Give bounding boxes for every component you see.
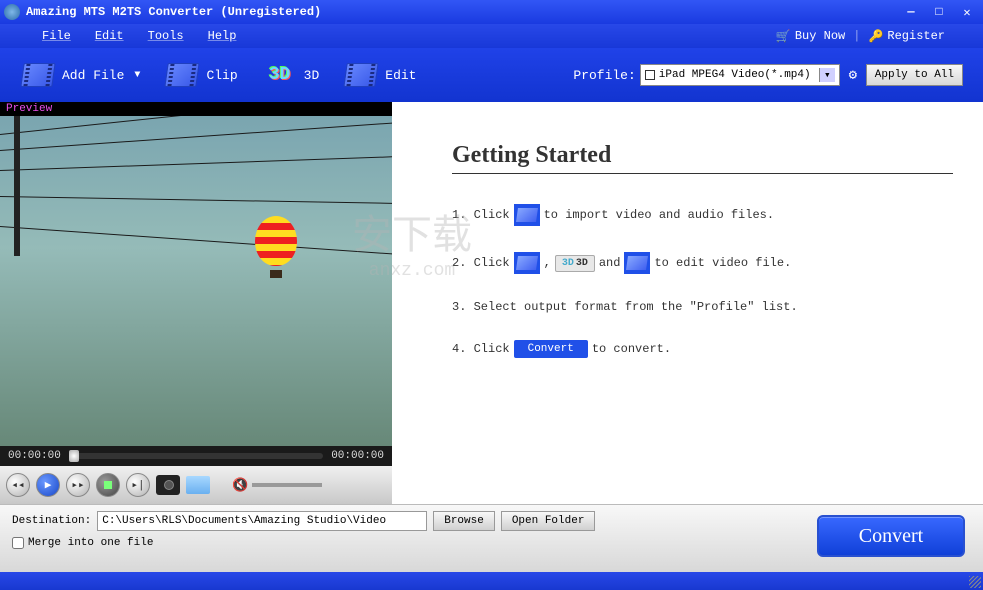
preview-panel: Preview 00:00:00 00:00:00 ◂◂ ▶ ▸▸ ▸| — [0, 102, 392, 504]
guide-step-1: 1. Click to import video and audio files… — [452, 204, 953, 226]
3d-badge-icon: 3D3D — [555, 255, 595, 272]
chevron-down-icon: ▾ — [819, 68, 835, 82]
settings-button[interactable]: ⚙ — [844, 66, 862, 84]
edit-icon — [343, 60, 379, 90]
stop-button[interactable] — [96, 473, 120, 497]
film-icon — [20, 60, 56, 90]
player-controls: ◂◂ ▶ ▸▸ ▸| 🔇 — [0, 466, 392, 504]
guide-step-2: 2. Click , 3D3D and to edit video file. — [452, 252, 953, 274]
toolbar: Add File ▼ Clip 3D 3D Edit Profile: iPad… — [0, 48, 983, 102]
time-current: 00:00:00 — [8, 450, 61, 462]
menu-help[interactable]: Help — [196, 27, 249, 45]
add-file-button[interactable]: Add File ▼ — [20, 60, 140, 90]
minimize-button[interactable]: — — [899, 3, 923, 21]
main-area: Preview 00:00:00 00:00:00 ◂◂ ▶ ▸▸ ▸| — [0, 102, 983, 504]
next-button[interactable]: ▸▸ — [66, 473, 90, 497]
register-link[interactable]: 🔑 Register — [860, 29, 953, 44]
3d-label: 3D — [304, 68, 320, 83]
resize-grip[interactable] — [969, 576, 981, 588]
snapshot-folder-button[interactable] — [186, 476, 210, 494]
clip-icon — [164, 60, 200, 90]
3d-button[interactable]: 3D 3D — [262, 60, 320, 90]
chevron-down-icon: ▼ — [134, 70, 140, 81]
profile-format-icon — [645, 70, 655, 80]
destination-label: Destination: — [12, 515, 91, 527]
buy-now-label: Buy Now — [795, 29, 845, 43]
preview-balloon — [255, 216, 297, 278]
preview-label: Preview — [0, 102, 392, 116]
separator: | — [853, 29, 860, 43]
app-icon — [4, 4, 20, 20]
profile-value: iPad MPEG4 Video(*.mp4) — [659, 69, 819, 81]
step-button[interactable]: ▸| — [126, 473, 150, 497]
menu-bar: File Edit Tools Help 🛒 Buy Now | 🔑 Regis… — [0, 24, 983, 48]
3d-icon: 3D — [262, 60, 298, 90]
destination-input[interactable] — [97, 511, 427, 531]
clip-label: Clip — [206, 68, 237, 83]
clip-badge-icon — [514, 252, 540, 274]
prev-button[interactable]: ◂◂ — [6, 473, 30, 497]
preview-video[interactable] — [0, 116, 392, 446]
buy-now-link[interactable]: 🛒 Buy Now — [768, 29, 853, 44]
merge-label: Merge into one file — [28, 537, 153, 549]
menu-file[interactable]: File — [30, 27, 83, 45]
add-file-label: Add File — [62, 68, 124, 83]
merge-checkbox[interactable] — [12, 537, 24, 549]
seek-slider[interactable] — [69, 453, 323, 459]
key-icon: 🔑 — [868, 29, 883, 44]
guide-panel: 安下载 anxz.com Getting Started 1. Click to… — [392, 102, 983, 504]
convert-badge: Convert — [514, 340, 588, 358]
gear-icon: ⚙ — [849, 67, 857, 84]
edit-button[interactable]: Edit — [343, 60, 416, 90]
play-button[interactable]: ▶ — [36, 473, 60, 497]
title-bar: Amazing MTS M2TS Converter (Unregistered… — [0, 0, 983, 24]
profile-label: Profile: — [573, 68, 635, 83]
maximize-button[interactable]: □ — [927, 3, 951, 21]
cart-icon: 🛒 — [776, 29, 791, 44]
bottom-bar: Destination: Browse Open Folder Merge in… — [0, 504, 983, 572]
guide-step-3: 3. Select output format from the "Profil… — [452, 300, 953, 314]
clip-button[interactable]: Clip — [164, 60, 237, 90]
apply-to-all-button[interactable]: Apply to All — [866, 64, 963, 86]
edit-badge-icon — [624, 252, 650, 274]
convert-button[interactable]: Convert — [817, 515, 965, 557]
edit-label: Edit — [385, 68, 416, 83]
profile-select[interactable]: iPad MPEG4 Video(*.mp4) ▾ — [640, 64, 840, 86]
snapshot-button[interactable] — [156, 475, 180, 495]
window-title: Amazing MTS M2TS Converter (Unregistered… — [26, 5, 899, 19]
menu-tools[interactable]: Tools — [136, 27, 196, 45]
register-label: Register — [887, 29, 945, 43]
volume-slider[interactable] — [252, 483, 322, 487]
browse-button[interactable]: Browse — [433, 511, 495, 531]
status-bar — [0, 572, 983, 590]
close-button[interactable]: ✕ — [955, 3, 979, 21]
open-folder-button[interactable]: Open Folder — [501, 511, 596, 531]
add-file-badge-icon — [514, 204, 540, 226]
guide-step-4: 4. Click Convert to convert. — [452, 340, 953, 358]
guide-heading: Getting Started — [452, 142, 953, 174]
menu-edit[interactable]: Edit — [83, 27, 136, 45]
mute-button[interactable]: 🔇 — [232, 478, 248, 493]
time-total: 00:00:00 — [331, 450, 384, 462]
time-row: 00:00:00 00:00:00 — [0, 446, 392, 466]
